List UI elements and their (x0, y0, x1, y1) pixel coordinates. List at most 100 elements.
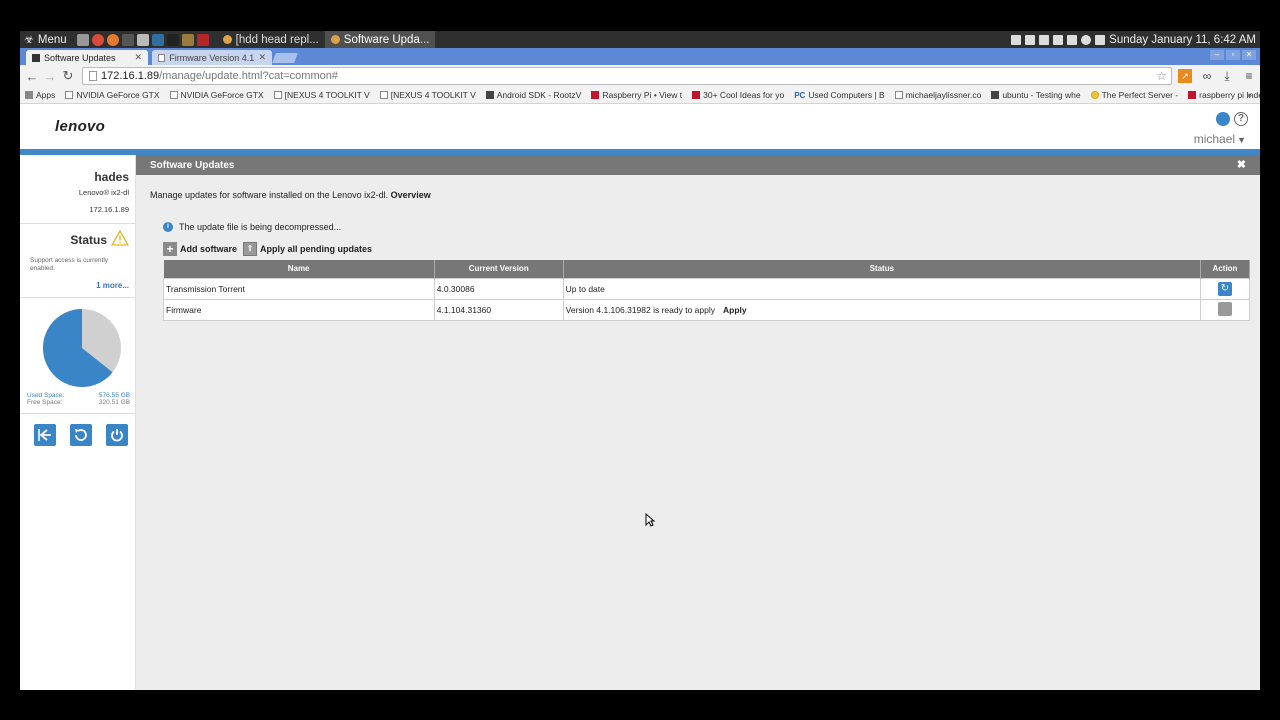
maximize-icon[interactable]: ▫ (1226, 50, 1240, 60)
add-software-label: Add software (180, 244, 238, 254)
dark-app-icon[interactable] (166, 33, 179, 46)
tab-title: Software Updates (44, 52, 116, 63)
help-icon[interactable]: ? (1234, 112, 1248, 126)
info-message-text: The update file is being decompressed... (179, 222, 342, 232)
used-space: Used Space: 576.55 GB (27, 392, 130, 399)
system-tray: Sunday January 11, 6:42 AM (1011, 31, 1256, 48)
refresh-icon[interactable]: ↻ (1218, 281, 1232, 296)
tab-close-icon[interactable]: ✕ (258, 52, 266, 63)
more-status-link[interactable]: 1 more... (96, 281, 129, 290)
terminal-icon[interactable] (121, 33, 134, 46)
bookmark-item[interactable]: [NEXUS 4 TOOLKIT V (269, 90, 375, 100)
device-ip: 172.16.1.89 (89, 205, 129, 214)
extension-glasses-icon[interactable]: ∞ (1200, 69, 1214, 83)
bookmark-label: Used Computers | B (808, 90, 885, 100)
settings-icon[interactable] (136, 33, 149, 46)
user-icon[interactable] (1011, 34, 1022, 45)
divider (20, 297, 136, 298)
apply-all-updates-button[interactable]: ⇑ Apply all pending updates (243, 242, 372, 256)
table-header-row: Name Current Version Status Action (163, 260, 1250, 278)
android-icon (485, 91, 494, 99)
close-window-icon[interactable]: ✕ (1242, 50, 1256, 60)
bookmark-star-icon[interactable]: ☆ (1156, 69, 1167, 83)
bookmark-item[interactable]: Apps (20, 90, 60, 100)
url-host: 172.16.1.89 (101, 70, 160, 82)
tab-close-icon[interactable]: ✕ (134, 52, 142, 63)
display-icon[interactable] (1039, 34, 1050, 45)
action-bar: + Add software ⇑ Apply all pending updat… (163, 242, 372, 256)
back-icon[interactable]: ← (23, 69, 41, 84)
bookmark-label: [NEXUS 4 TOOLKIT V (390, 90, 476, 100)
taskbar-item-hdd[interactable]: [hdd head repl... (217, 31, 325, 48)
used-space-value: 576.55 GB (98, 392, 130, 399)
bookmarks-bar: Apps NVIDIA GeForce GTX NVIDIA GeForce G… (20, 87, 1260, 104)
bookmark-item[interactable]: The Perfect Server - (1086, 90, 1184, 100)
tab-software-updates[interactable]: Software Updates ✕ (26, 50, 148, 65)
bookmark-item[interactable]: michaeljaylissner.co (890, 90, 987, 100)
browser-toolbar: ← → ↻ 172.16.1.89 /manage/update.html?ca… (20, 65, 1260, 87)
files-icon[interactable] (76, 33, 89, 46)
bookmark-item[interactable]: 30+ Cool Ideas for yo (687, 90, 789, 100)
updates-table: Name Current Version Status Action Trans… (163, 260, 1250, 321)
apply-button[interactable]: Apply (723, 305, 747, 315)
chevron-down-icon: ▼ (1237, 135, 1246, 145)
os-menu-label: Menu (37, 33, 67, 46)
bookmark-item[interactable]: [NEXUS 4 TOOLKIT V (375, 90, 481, 100)
reload-icon[interactable]: ↻ (59, 68, 77, 84)
pc-icon: PC (794, 91, 806, 100)
overview-link[interactable]: Overview (391, 190, 431, 200)
action-cell: ↻ (1200, 277, 1250, 300)
close-icon[interactable]: ✖ (1237, 158, 1246, 171)
main-content: Software Updates ✖ Manage updates for so… (136, 155, 1260, 690)
app-name: Firmware (163, 298, 435, 321)
raspberry-icon (1188, 91, 1197, 99)
bookmark-item[interactable]: ubuntu - Testing whe (986, 90, 1085, 100)
lenovo-logo[interactable]: lenovo (55, 118, 105, 135)
bookmark-item[interactable]: PC Used Computers | B (789, 90, 890, 100)
shield-icon[interactable] (151, 33, 164, 46)
column-header: Status (563, 260, 1202, 278)
os-menu-button[interactable]: ☣ Menu (20, 33, 71, 47)
info-message: i The update file is being decompressed.… (163, 222, 341, 232)
bookmarks-overflow-icon[interactable]: » (1246, 90, 1252, 101)
home-icon[interactable] (1216, 112, 1230, 126)
tab-title: Firmware Version 4.1.10 (169, 52, 255, 63)
network-icon[interactable] (1025, 34, 1036, 45)
eject-button[interactable] (34, 424, 56, 446)
stop-icon[interactable] (1067, 34, 1078, 45)
download-icon[interactable]: ⤓ (1220, 69, 1234, 83)
url-path: /manage/update.html?cat=common# (159, 70, 338, 82)
tab-firmware-version[interactable]: Firmware Version 4.1.10 ✕ (152, 50, 272, 65)
launchers (76, 33, 209, 46)
chrome-menu-icon[interactable]: ≡ (1242, 69, 1256, 83)
page-icon (89, 71, 97, 81)
restart-button[interactable] (70, 424, 92, 446)
add-software-button[interactable]: + Add software (163, 242, 237, 256)
folder-icon[interactable] (181, 33, 194, 46)
header-icons: ? (1216, 112, 1248, 126)
shield-tray-icon[interactable] (1095, 34, 1106, 45)
minimize-icon[interactable]: – (1210, 50, 1224, 60)
bookmark-label: The Perfect Server - (1101, 90, 1179, 100)
address-bar[interactable]: 172.16.1.89 /manage/update.html?cat=comm… (82, 67, 1172, 85)
new-tab-button[interactable] (272, 53, 298, 63)
power-button[interactable] (106, 424, 128, 446)
volume-icon[interactable] (1053, 34, 1064, 45)
table-row: Transmission Torrent 4.0.30086 Up to dat… (163, 277, 1250, 300)
bookmark-item[interactable]: Android SDK - RootzV (481, 90, 587, 100)
chrome-icon[interactable] (91, 33, 104, 46)
bookmark-item[interactable]: NVIDIA GeForce GTX (60, 90, 164, 100)
chrome-tray-icon[interactable] (1081, 34, 1092, 45)
free-space-value: 320.51 GB (98, 399, 130, 406)
firefox-icon[interactable] (106, 33, 119, 46)
bookmark-item[interactable]: NVIDIA GeForce GTX (165, 90, 269, 100)
bookmark-item[interactable]: Raspberry Pi • View t (586, 90, 687, 100)
trash-icon[interactable] (1218, 301, 1232, 316)
extension-chart-icon[interactable]: ↗ (1178, 69, 1192, 83)
user-menu[interactable]: michael ▼ (1194, 132, 1246, 146)
forward-icon[interactable]: → (41, 69, 59, 84)
filezilla-icon[interactable] (196, 33, 209, 46)
taskbar-item-software-updates[interactable]: Software Upda... (324, 31, 436, 48)
plus-icon: + (163, 242, 177, 256)
clock[interactable]: Sunday January 11, 6:42 AM (1109, 34, 1256, 46)
